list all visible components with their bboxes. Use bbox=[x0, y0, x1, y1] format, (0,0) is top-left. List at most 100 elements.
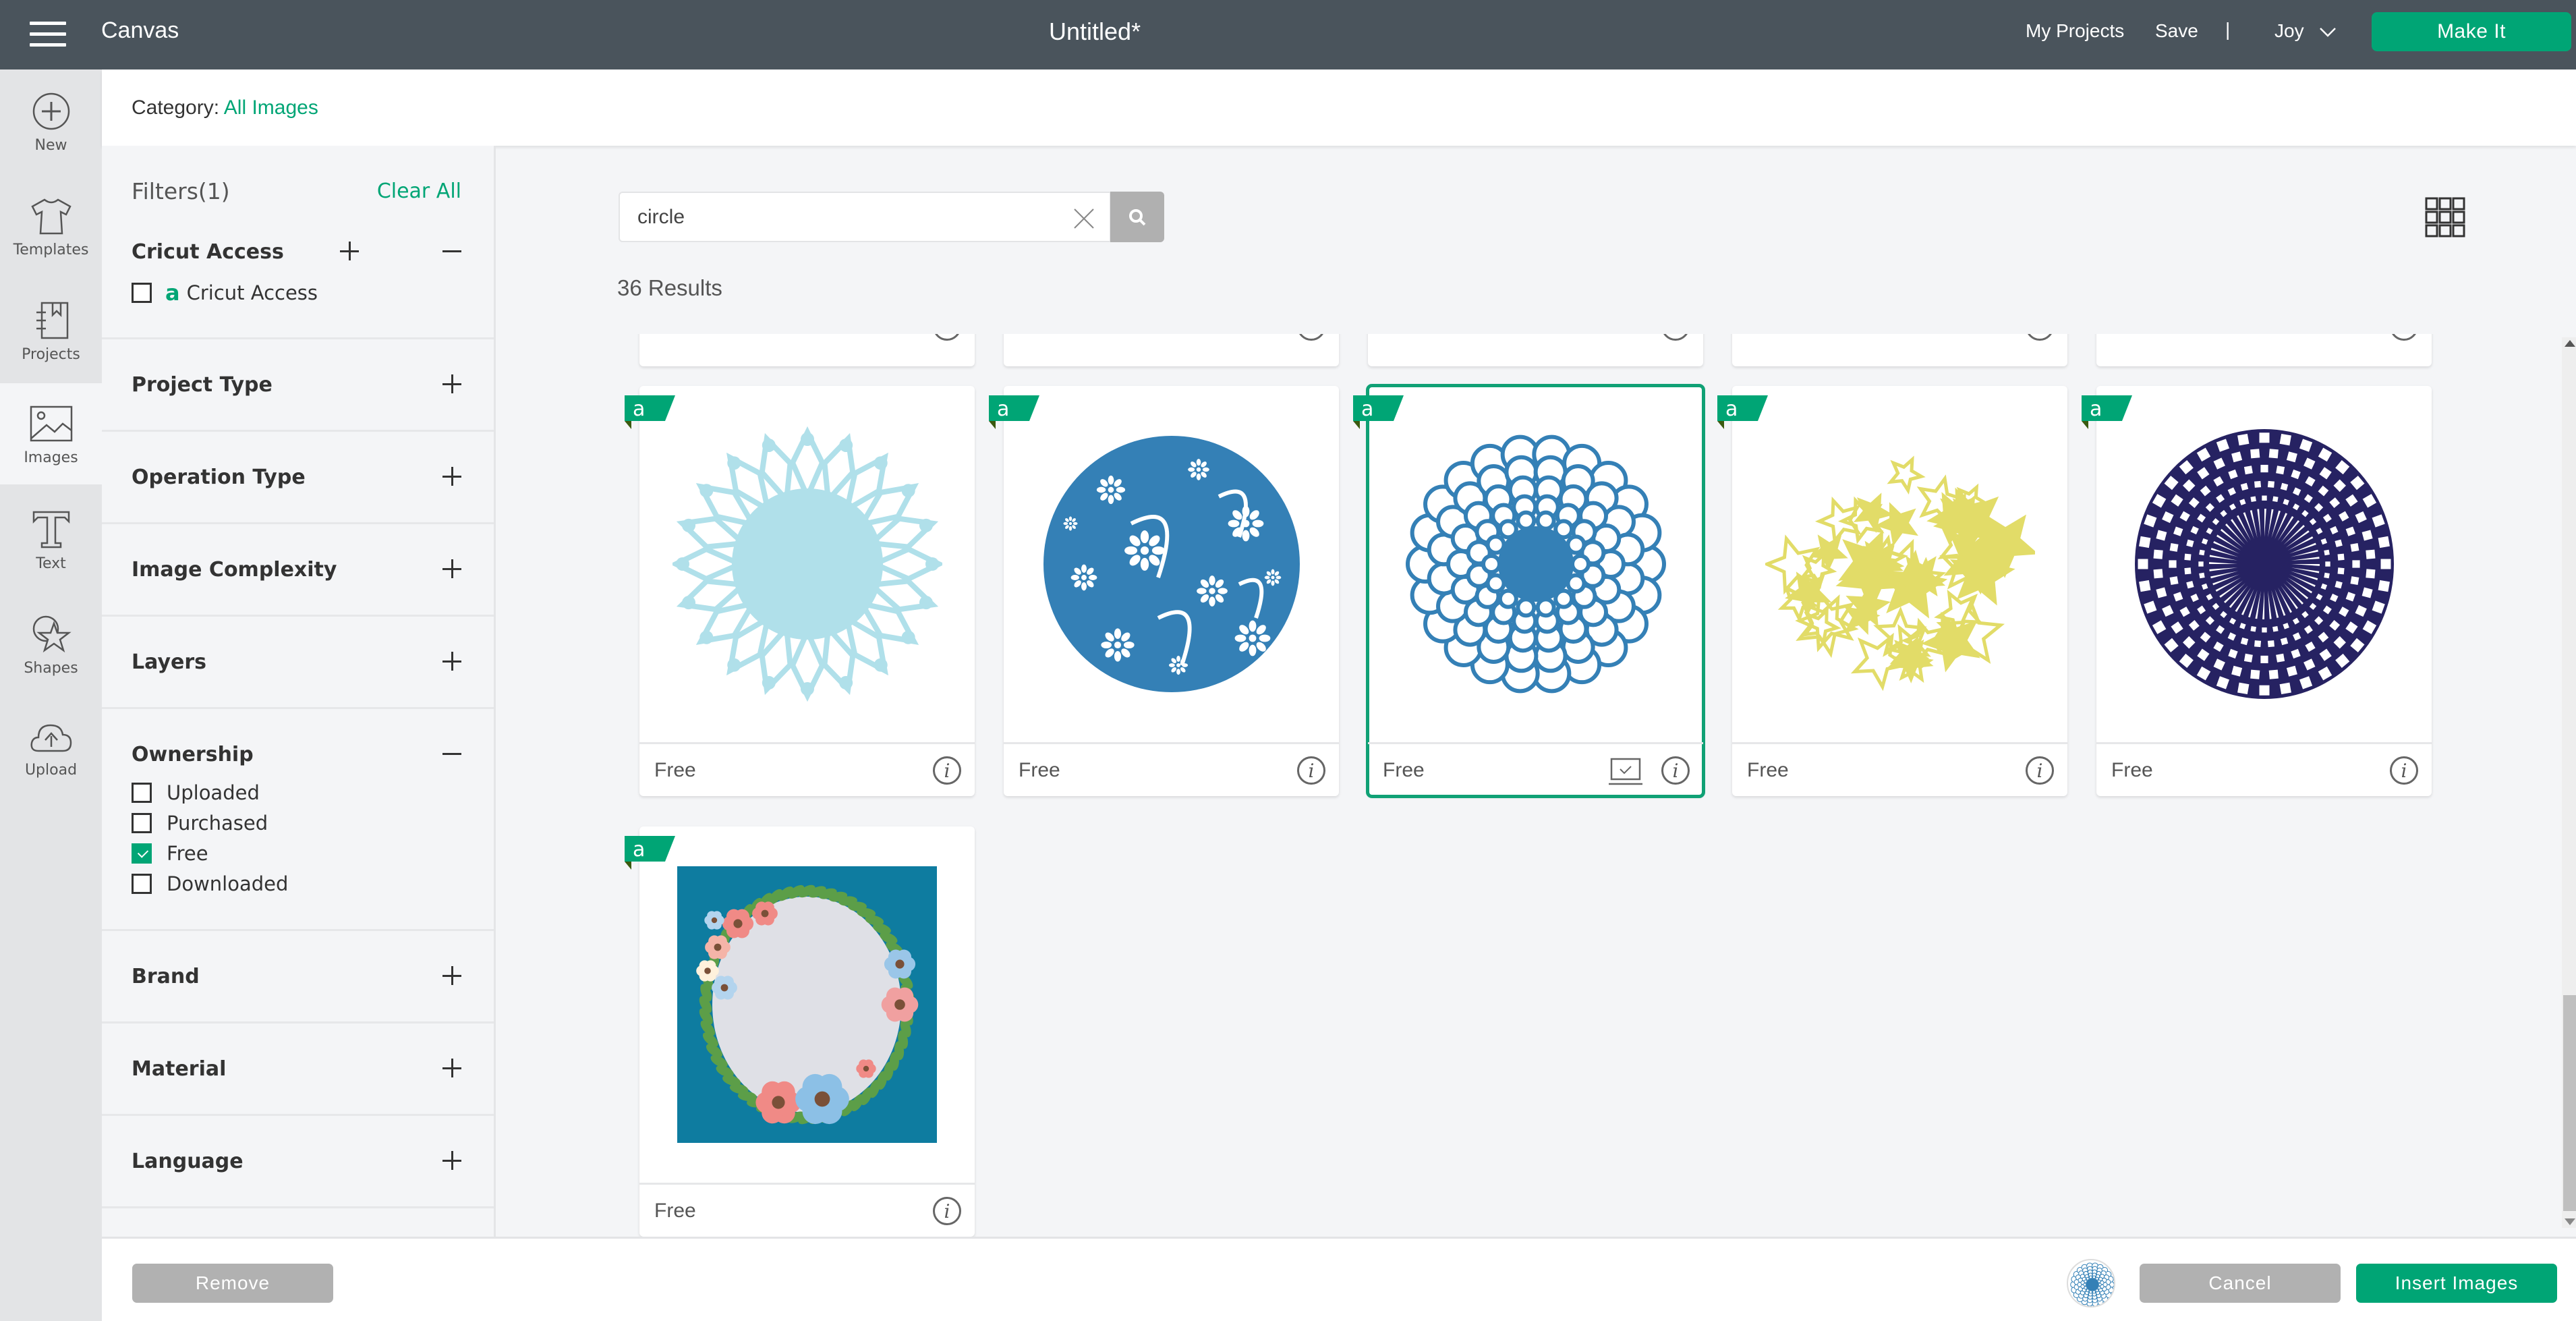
search-button[interactable] bbox=[1110, 192, 1164, 242]
search-input[interactable] bbox=[637, 202, 1042, 232]
info-icon[interactable]: i bbox=[2026, 334, 2054, 341]
filter-section-title: Layers bbox=[132, 650, 206, 674]
plus-icon[interactable] bbox=[340, 242, 359, 260]
image-card[interactable]: a Free i bbox=[625, 386, 975, 796]
checkbox-free[interactable]: Free bbox=[132, 840, 208, 867]
minus-icon[interactable] bbox=[442, 242, 461, 260]
info-icon[interactable]: i bbox=[1297, 756, 1325, 785]
image-card-selected[interactable]: a Free i bbox=[1353, 384, 1705, 798]
plus-icon[interactable] bbox=[442, 1059, 461, 1077]
checkbox[interactable] bbox=[132, 783, 152, 803]
category-value-link[interactable]: All Images bbox=[224, 96, 318, 119]
save-link[interactable]: Save bbox=[2155, 20, 2198, 42]
remove-button[interactable]: Remove bbox=[132, 1264, 333, 1303]
image-card[interactable]: a Free i bbox=[989, 386, 1339, 796]
clear-all-link[interactable]: Clear All bbox=[377, 179, 461, 203]
svg-text:a: a bbox=[633, 397, 645, 421]
info-icon[interactable]: i bbox=[2390, 756, 2418, 785]
info-icon[interactable]: i bbox=[933, 756, 961, 785]
plus-icon[interactable] bbox=[442, 652, 461, 671]
rail-item-shapes[interactable]: Shapes bbox=[0, 592, 102, 694]
category-breadcrumb: Category: All Images bbox=[132, 96, 318, 119]
cloud-upload-icon bbox=[30, 724, 71, 752]
info-icon[interactable]: i bbox=[933, 334, 961, 341]
plus-icon[interactable] bbox=[442, 467, 461, 486]
checkbox-purchased[interactable]: Purchased bbox=[132, 810, 268, 837]
image-card-partial[interactable]: i bbox=[1732, 334, 2067, 366]
svg-text:a: a bbox=[2090, 397, 2102, 421]
checkbox-downloaded[interactable]: Downloaded bbox=[132, 870, 288, 897]
filter-section-title: Material bbox=[132, 1057, 227, 1081]
checkbox-uploaded[interactable]: Uploaded bbox=[132, 779, 260, 806]
selected-image-thumbnail[interactable] bbox=[2067, 1259, 2115, 1308]
image-card-partial[interactable]: i bbox=[1004, 334, 1339, 366]
info-icon[interactable]: i bbox=[933, 1197, 961, 1225]
scroll-up-arrow-icon[interactable] bbox=[2565, 340, 2575, 347]
card-footer: Free i bbox=[2096, 742, 2432, 796]
card-price: Free bbox=[1383, 759, 1425, 781]
rail-item-projects[interactable]: Projects bbox=[0, 279, 102, 380]
rail-item-text[interactable]: Text bbox=[0, 488, 102, 589]
checkbox-label: Uploaded bbox=[167, 781, 260, 804]
cancel-button[interactable]: Cancel bbox=[2140, 1264, 2341, 1303]
my-projects-link[interactable]: My Projects bbox=[2026, 20, 2124, 42]
minus-icon[interactable] bbox=[442, 744, 461, 763]
rail-item-upload[interactable]: Upload bbox=[0, 697, 102, 798]
info-icon[interactable]: i bbox=[1297, 334, 1325, 341]
card-thumbnail bbox=[1004, 386, 1339, 742]
dahlia-thumbnail-image bbox=[2070, 1262, 2114, 1306]
user-menu[interactable]: Joy bbox=[2274, 20, 2304, 42]
checkbox-checked[interactable] bbox=[132, 843, 152, 864]
rail-label: Projects bbox=[22, 346, 80, 363]
scrollbar-thumb[interactable] bbox=[2563, 995, 2576, 1211]
rail-label: New bbox=[34, 137, 67, 154]
make-it-button[interactable]: Make It bbox=[2372, 12, 2571, 51]
info-icon[interactable]: i bbox=[2026, 756, 2054, 785]
image-card-partial[interactable]: i bbox=[1368, 334, 1703, 366]
insert-images-button[interactable]: Insert Images bbox=[2356, 1264, 2557, 1303]
info-icon[interactable]: i bbox=[2390, 334, 2418, 341]
checkbox[interactable] bbox=[132, 813, 152, 833]
image-card-partial[interactable]: i bbox=[639, 334, 975, 366]
card-price: Free bbox=[1747, 759, 1789, 781]
results-scrollbar[interactable] bbox=[2562, 337, 2576, 1228]
filter-section-brand[interactable]: Brand bbox=[102, 931, 494, 1023]
plus-icon[interactable] bbox=[442, 374, 461, 393]
info-icon[interactable]: i bbox=[1661, 334, 1690, 341]
floral-wreath-image bbox=[677, 866, 937, 1143]
checkbox[interactable] bbox=[132, 283, 152, 303]
plus-icon[interactable] bbox=[442, 966, 461, 985]
rail-item-new[interactable]: New bbox=[0, 69, 102, 171]
filter-section-material[interactable]: Material bbox=[102, 1023, 494, 1116]
close-icon[interactable] bbox=[1072, 206, 1096, 231]
image-card[interactable]: a Free i bbox=[2082, 386, 2432, 796]
image-card[interactable]: a Free i bbox=[625, 826, 975, 1237]
cricut-access-badge-icon: a bbox=[2082, 395, 2132, 429]
card-thumbnail bbox=[1732, 386, 2067, 742]
plus-icon[interactable] bbox=[442, 559, 461, 578]
dahlia-circle-image bbox=[1405, 434, 1666, 694]
filter-section-image-complexity[interactable]: Image Complexity bbox=[102, 524, 494, 617]
cricut-access-badge-icon: a bbox=[625, 836, 675, 870]
filter-section-layers[interactable]: Layers bbox=[102, 617, 494, 709]
added-to-canvas-icon[interactable] bbox=[1609, 758, 1642, 786]
chevron-down-icon[interactable] bbox=[2319, 24, 2337, 39]
tshirt-icon bbox=[30, 198, 71, 235]
filter-section-operation-type[interactable]: Operation Type bbox=[102, 432, 494, 524]
plus-icon[interactable] bbox=[442, 1151, 461, 1170]
info-icon[interactable]: i bbox=[1661, 756, 1690, 785]
scroll-down-arrow-icon[interactable] bbox=[2565, 1218, 2575, 1225]
grid-view-icon[interactable] bbox=[2425, 197, 2465, 237]
rail-item-images[interactable]: Images bbox=[0, 383, 102, 484]
image-card-partial[interactable]: i bbox=[2096, 334, 2432, 366]
image-card[interactable]: a Free i bbox=[1717, 386, 2067, 796]
checkbox[interactable] bbox=[132, 874, 152, 894]
checkbox-cricut-access[interactable]: a Cricut Access bbox=[132, 279, 318, 306]
document-title[interactable]: Untitled* bbox=[1049, 18, 1141, 46]
cricut-access-badge-icon: a bbox=[1717, 395, 1768, 429]
hamburger-menu-icon[interactable] bbox=[30, 22, 66, 47]
filter-section-language[interactable]: Language bbox=[102, 1116, 494, 1208]
filter-section-project-type[interactable]: Project Type bbox=[102, 339, 494, 432]
rail-item-templates[interactable]: Templates bbox=[0, 174, 102, 275]
top-bar: Canvas Untitled* My Projects Save | Joy … bbox=[0, 0, 2576, 69]
